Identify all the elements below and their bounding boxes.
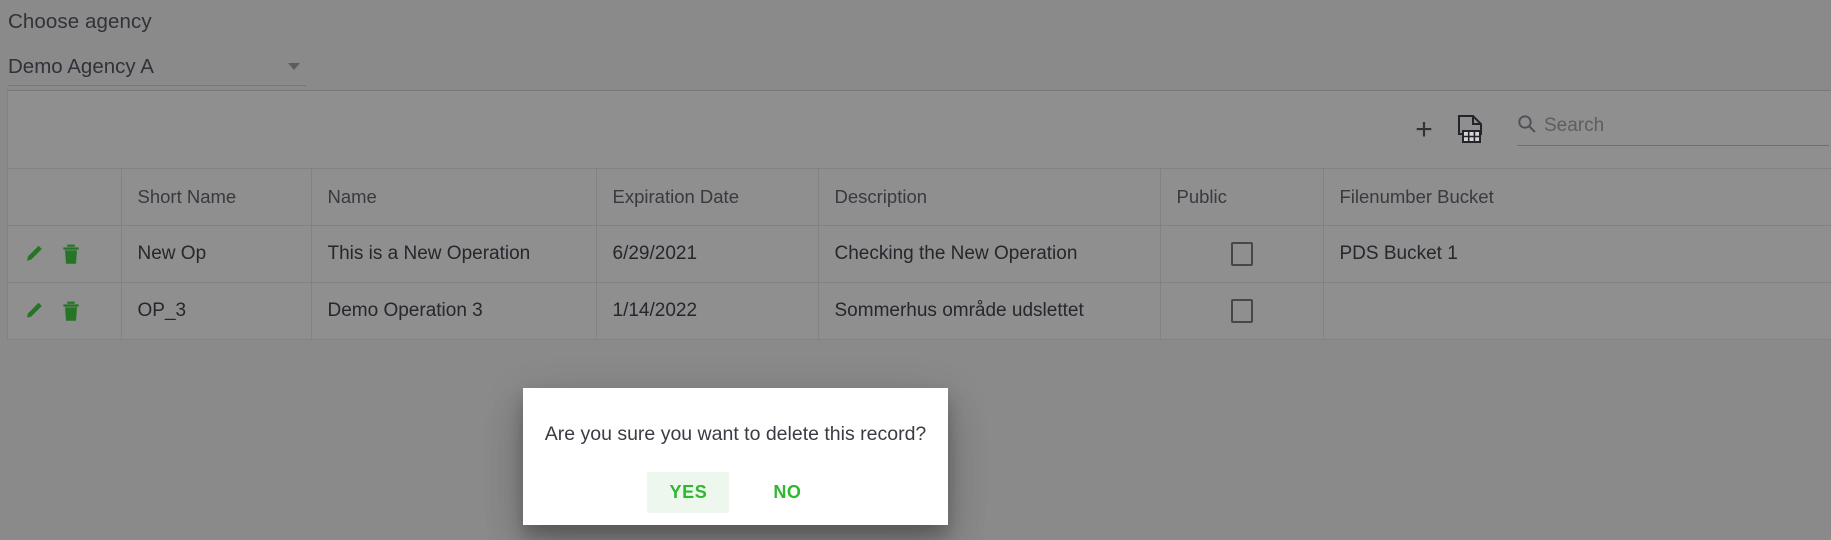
delete-confirmation-dialog: Are you sure you want to delete this rec… <box>523 388 948 525</box>
confirm-yes-button[interactable]: YES <box>647 472 730 513</box>
dialog-message: Are you sure you want to delete this rec… <box>544 423 927 445</box>
dialog-actions: YES NO <box>647 472 823 513</box>
cancel-no-button[interactable]: NO <box>751 472 823 513</box>
